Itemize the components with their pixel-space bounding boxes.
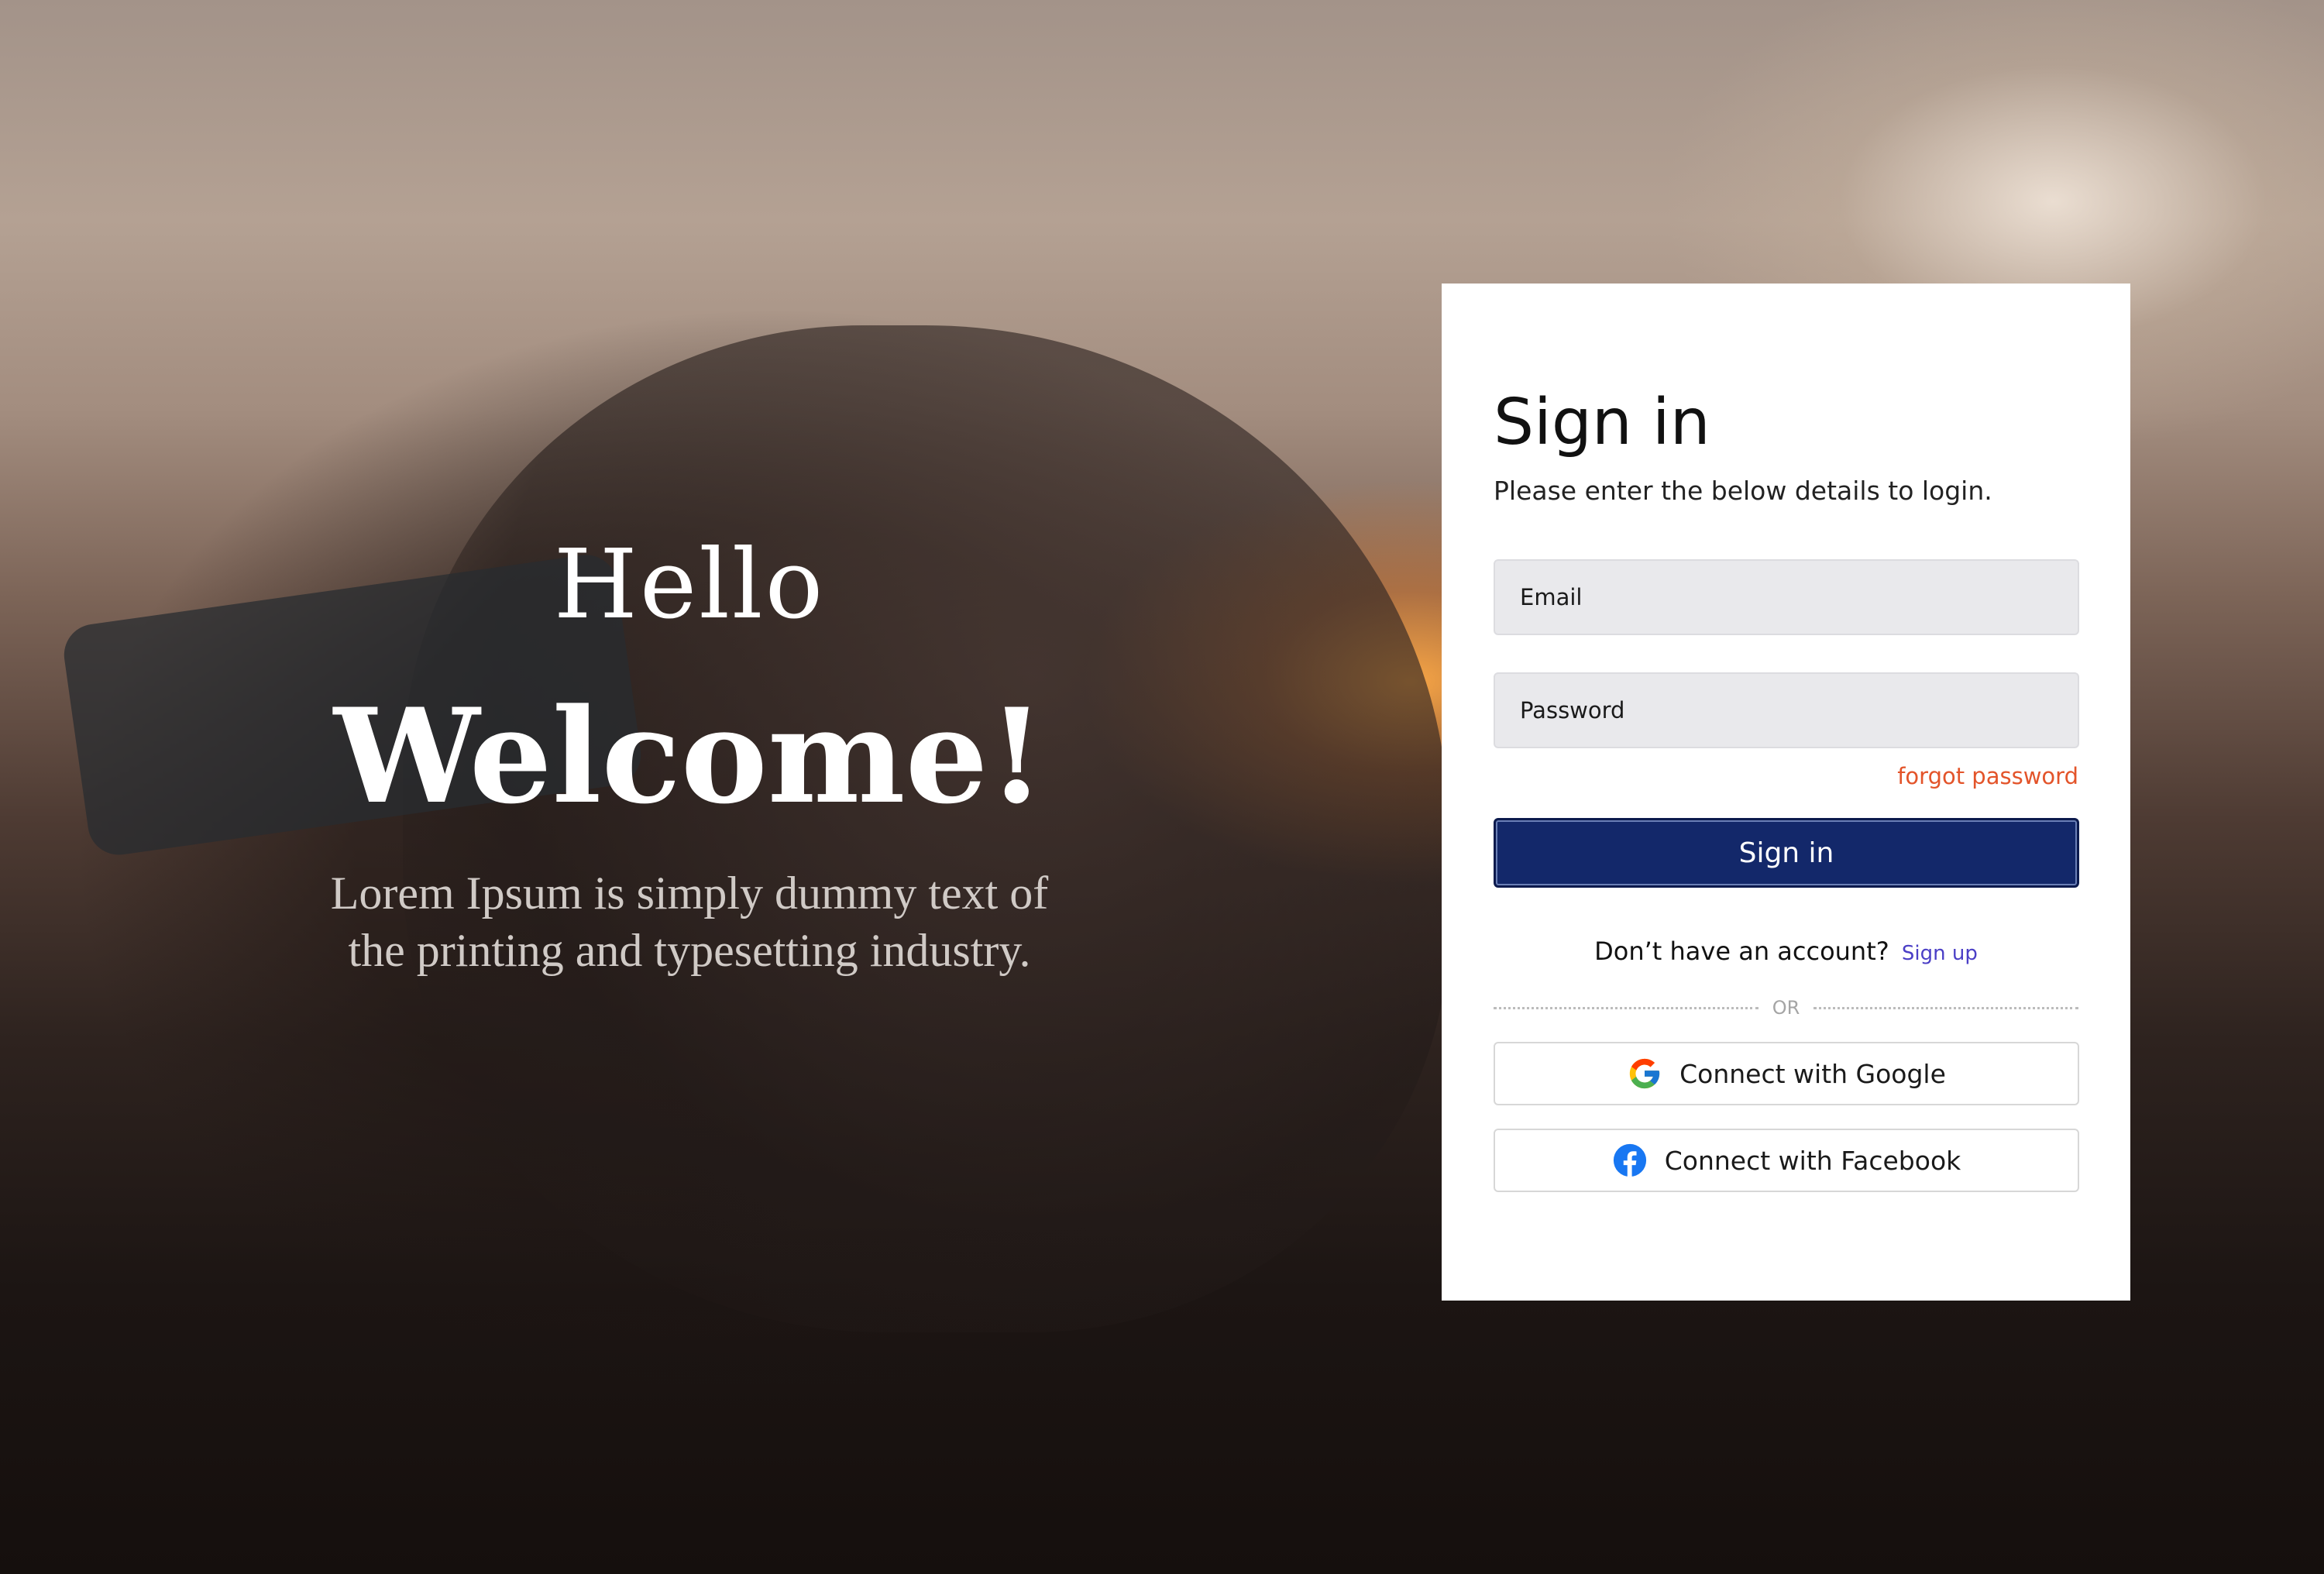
google-icon [1627,1056,1662,1091]
divider-line-right [1813,1006,2079,1009]
hero-tagline: Lorem Ipsum is simply dummy text of the … [330,868,1049,976]
sign-in-card: Sign in Please enter the below details t… [1442,284,2130,1301]
signup-prompt-text: Don’t have an account? [1594,936,1889,966]
sign-in-button[interactable]: Sign in [1494,818,2079,888]
hero-headline: Welcome! [333,679,1046,833]
or-divider: OR [1494,992,2079,1023]
connect-facebook-button[interactable]: Connect with Facebook [1494,1129,2079,1192]
hero-greeting: Hello [553,529,826,641]
sign-in-title: Sign in [1494,386,1710,459]
divider-line-left [1494,1006,1758,1009]
facebook-button-label: Connect with Facebook [1664,1145,1961,1176]
password-field[interactable] [1494,672,2079,748]
connect-google-button[interactable]: Connect with Google [1494,1042,2079,1105]
or-divider-label: OR [1772,997,1800,1019]
sign-in-subtitle: Please enter the below details to login. [1494,476,1992,506]
sign-up-link[interactable]: Sign up [1902,942,1978,965]
google-button-label: Connect with Google [1679,1058,1946,1089]
signup-prompt-row: Don’t have an account? Sign up [1494,934,2078,971]
email-field[interactable] [1494,559,2079,635]
hero-section: Hello Welcome! Lorem Ipsum is simply dum… [310,527,1069,979]
facebook-icon [1612,1143,1648,1178]
forgot-password-link[interactable]: forgot password [1494,761,2078,792]
